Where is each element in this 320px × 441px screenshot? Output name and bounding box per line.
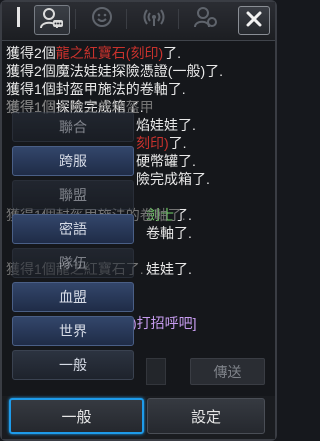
chat-message: 獲得2個龍之紅寶石(刻印)了. xyxy=(6,44,181,62)
message-text: 獲得2個 xyxy=(6,45,56,61)
close-button[interactable] xyxy=(238,6,270,35)
message-highlight: 龍之紅寶石(刻印) xyxy=(55,45,164,61)
message-text: 獲得1個封盔甲施法的卷軸了. xyxy=(6,81,186,97)
chat-message: 獲得2個魔法娃娃探險憑證(一般)了. xyxy=(6,62,223,80)
chat-message: 獲得1個封盔甲施法的卷軸了. xyxy=(6,80,186,98)
vertical-bar-icon xyxy=(17,7,21,31)
message-text: 卷軸了. xyxy=(146,225,192,241)
tab-broadcast[interactable] xyxy=(136,0,172,38)
chat-message: )打招呼吧] xyxy=(132,314,197,332)
tab-all[interactable] xyxy=(4,0,34,38)
chat-message: 卷軸了. xyxy=(146,224,192,242)
channel-option[interactable]: 跨服 xyxy=(12,146,134,176)
chat-message: 焰娃娃了. xyxy=(136,116,196,134)
message-text: 了. xyxy=(163,45,182,61)
message-text: 獲得2個魔法娃娃探險憑證(一般)了. xyxy=(6,63,223,79)
message-text: 險完成箱了. xyxy=(136,171,210,187)
message-text: 硬幣罐了. xyxy=(136,153,196,169)
message-highlight: 刻印) xyxy=(136,135,169,151)
broadcast-icon xyxy=(142,6,166,32)
message-highlight: )打招呼吧] xyxy=(132,315,197,331)
tab-separator xyxy=(178,9,179,29)
smiley-icon xyxy=(91,6,113,32)
chat-message: 刻印)了. xyxy=(136,134,187,152)
channel-option[interactable]: 世界 xyxy=(12,316,134,346)
chat-input[interactable] xyxy=(146,358,166,385)
tab-separator xyxy=(75,9,76,29)
tab-separator xyxy=(126,9,127,29)
channel-option[interactable]: 隊伍 xyxy=(12,248,134,278)
chat-message: 硬幣罐了. xyxy=(136,152,196,170)
chat-message: 娃娃了. xyxy=(146,260,192,278)
channel-select-button[interactable]: 一般 xyxy=(9,398,144,434)
tab-settings-person[interactable] xyxy=(188,0,224,38)
chat-message: 險完成箱了. xyxy=(136,170,210,188)
settings-button[interactable]: 設定 xyxy=(147,398,265,434)
close-icon xyxy=(246,11,262,31)
message-text: 娃娃了. xyxy=(146,261,192,277)
tab-chat[interactable] xyxy=(34,5,70,35)
channel-option[interactable]: 一般 xyxy=(12,350,134,380)
message-text: 焰娃娃了. xyxy=(136,117,196,133)
person-gear-icon xyxy=(194,6,218,32)
channel-option[interactable]: 血盟 xyxy=(12,282,134,312)
send-button[interactable]: 傳送 xyxy=(190,358,265,385)
tab-emote[interactable] xyxy=(84,0,120,38)
message-text: 了. xyxy=(168,135,187,151)
speech-person-icon xyxy=(40,7,64,33)
channel-option[interactable]: 聯合 xyxy=(12,112,134,142)
channel-option[interactable]: 聯盟 xyxy=(12,180,134,210)
channel-option[interactable]: 密語 xyxy=(12,214,134,244)
